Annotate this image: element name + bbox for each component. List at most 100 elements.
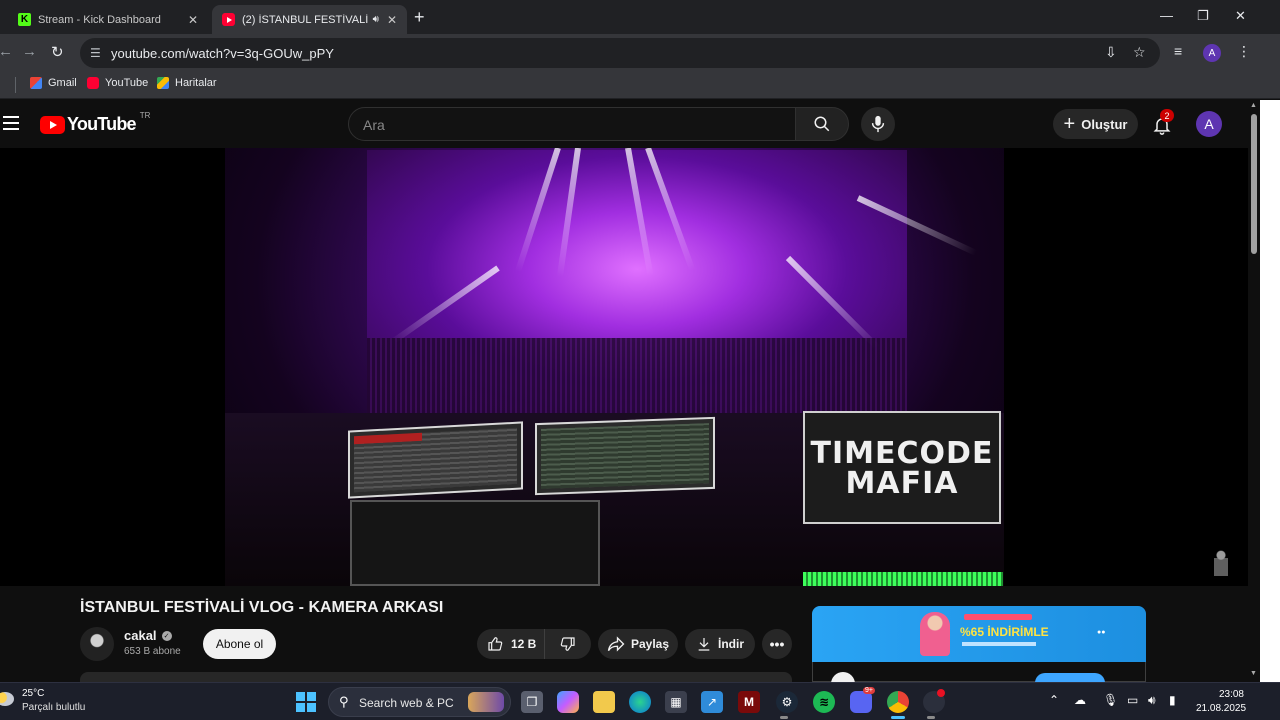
search-button[interactable]: [795, 107, 849, 141]
download-button[interactable]: İndir: [685, 629, 755, 659]
discord-icon[interactable]: 9+: [850, 687, 875, 713]
minimize-button[interactable]: —: [1160, 8, 1173, 23]
bookmark-gmail[interactable]: Gmail: [30, 77, 77, 89]
green-meter: [803, 572, 1003, 586]
copilot-icon[interactable]: [557, 691, 579, 713]
back-arrow-icon[interactable]: ←: [0, 43, 13, 60]
install-app-icon[interactable]: ⇩: [1105, 44, 1117, 61]
media-controls-icon[interactable]: ≡: [1174, 43, 1182, 59]
timecode-monitor: TIMECODE MAFIA: [803, 411, 1001, 524]
ad-headline: %65 İNDİRİMLE: [960, 625, 1049, 639]
youtube-icon: [87, 77, 99, 89]
new-tab-button[interactable]: +: [414, 7, 425, 28]
ad-info-row: [812, 662, 1146, 696]
channel-avatar[interactable]: [80, 627, 114, 661]
tab-kick-dashboard[interactable]: K Stream - Kick Dashboard ✕: [8, 5, 208, 34]
close-tab-icon[interactable]: ✕: [188, 13, 198, 27]
page-scrollbar[interactable]: ▲ ▼: [1248, 100, 1260, 682]
chrome-menu-icon[interactable]: ⋮: [1237, 43, 1251, 60]
more-actions-button[interactable]: •••: [762, 629, 792, 659]
control-monitor: [350, 500, 600, 586]
search-icon: [814, 116, 830, 132]
avatar[interactable]: A: [1196, 111, 1222, 137]
network-icon[interactable]: ▭: [1127, 693, 1138, 707]
youtube-masthead: YouTube TR Ara + Oluştur 2 A: [0, 100, 1260, 148]
volume-icon[interactable]: 🔊︎: [1148, 693, 1156, 708]
search-placeholder: Ara: [363, 117, 385, 133]
chrome-icon[interactable]: [887, 691, 909, 713]
microsoft-store-icon[interactable]: ▦: [665, 691, 687, 713]
voice-search-button[interactable]: [861, 107, 895, 141]
search-input[interactable]: Ara: [348, 107, 796, 141]
hamburger-menu-icon[interactable]: [3, 116, 19, 134]
subscriber-count: 653 B abone: [124, 646, 181, 657]
tab-youtube-video[interactable]: (2) İSTANBUL FESTİVALİ VLOG - KAMERA ARK…: [212, 5, 407, 34]
spotify-icon[interactable]: ≋: [813, 691, 835, 713]
control-monitor: [535, 416, 715, 496]
close-tab-icon[interactable]: ✕: [387, 13, 397, 27]
bookmark-label: Haritalar: [175, 77, 217, 89]
browser-toolbar: ← → ↻ ☰ youtube.com/watch?v=3q-GOUw_pPY …: [0, 34, 1280, 71]
running-indicator: [780, 716, 788, 719]
address-bar[interactable]: ☰ youtube.com/watch?v=3q-GOUw_pPY ⇩ ☆: [80, 38, 1160, 68]
site-settings-icon[interactable]: ☰: [90, 46, 101, 60]
window-edge: [1260, 100, 1280, 682]
search-highlight-image: [468, 692, 504, 712]
task-view-icon[interactable]: ❐: [521, 691, 543, 713]
microphone-icon[interactable]: 🎙︎: [1103, 693, 1118, 707]
video-frame[interactable]: TIMECODE MAFIA: [225, 148, 1004, 586]
weather-icon[interactable]: [0, 692, 14, 706]
speaker-icon[interactable]: 🔊︎: [373, 14, 379, 25]
ad-banner[interactable]: %65 İNDİRİMLE ●●: [812, 606, 1146, 662]
notifications-button[interactable]: 2: [1150, 109, 1174, 136]
download-icon: [698, 638, 710, 651]
steam-icon[interactable]: ⚙: [776, 691, 798, 713]
bookmark-youtube[interactable]: YouTube: [87, 77, 148, 89]
mcafee-icon[interactable]: M: [738, 691, 760, 713]
forward-arrow-icon[interactable]: →: [22, 43, 37, 60]
tab-title: (2) İSTANBUL FESTİVALİ VLOG - KAMERA ARK…: [242, 13, 369, 26]
dislike-button[interactable]: [545, 636, 591, 652]
close-window-button[interactable]: ✕: [1235, 8, 1246, 24]
restore-button[interactable]: ❐: [1197, 8, 1209, 24]
ad-subtext: [962, 642, 1036, 646]
verified-icon: ✓: [161, 630, 172, 641]
cloud-icon[interactable]: ☁: [1074, 693, 1086, 707]
windows-taskbar: 25°C Parçalı bulutlu ⚲ Search web & PC ❐…: [0, 682, 1280, 720]
chrome-profile-avatar[interactable]: A: [1203, 44, 1221, 62]
scroll-down-icon[interactable]: ▼: [1250, 670, 1257, 677]
temperature[interactable]: 25°C: [22, 688, 44, 699]
scrollbar-thumb[interactable]: [1251, 114, 1257, 254]
reload-icon[interactable]: ↻: [51, 43, 64, 61]
subscribe-button[interactable]: Abone ol: [203, 629, 276, 659]
file-explorer-icon[interactable]: [593, 691, 615, 713]
share-button[interactable]: Paylaş: [598, 629, 678, 659]
chevron-up-icon[interactable]: ⌃: [1049, 693, 1059, 707]
bookmark-maps[interactable]: Haritalar: [157, 77, 217, 89]
thumbs-down-icon: [560, 637, 575, 651]
like-button[interactable]: 12 B: [477, 629, 545, 659]
scroll-up-icon[interactable]: ▲: [1250, 102, 1257, 109]
weather-description[interactable]: Parçalı bulutlu: [22, 702, 85, 713]
country-code: TR: [139, 111, 151, 120]
bookmark-star-icon[interactable]: ☆: [1133, 44, 1146, 61]
description-box[interactable]: [80, 672, 792, 682]
youtube-wordmark: YouTube: [67, 114, 137, 134]
thumbs-up-icon: [488, 637, 503, 651]
system-clock[interactable]: 23:08 21.08.2025: [1196, 688, 1246, 716]
youtube-logo[interactable]: YouTube TR: [40, 111, 151, 135]
battery-icon[interactable]: ▮: [1169, 693, 1176, 707]
mail-app-icon[interactable]: ↗: [701, 691, 723, 713]
url-text: youtube.com/watch?v=3q-GOUw_pPY: [111, 46, 334, 61]
obs-icon[interactable]: [923, 689, 945, 713]
share-label: Paylaş: [630, 637, 670, 651]
video-title: İSTANBUL FESTİVALİ VLOG - KAMERA ARKASI: [80, 599, 444, 616]
maps-icon: [157, 77, 169, 89]
create-button[interactable]: + Oluştur: [1053, 109, 1138, 139]
video-player[interactable]: TIMECODE MAFIA: [0, 148, 1248, 586]
windows-start-icon[interactable]: [296, 692, 316, 712]
bookmark-label: YouTube: [105, 77, 149, 89]
taskbar-search-input[interactable]: ⚲ Search web & PC: [328, 687, 511, 717]
edge-icon[interactable]: [629, 691, 651, 713]
channel-name[interactable]: cakal ✓: [124, 628, 172, 643]
